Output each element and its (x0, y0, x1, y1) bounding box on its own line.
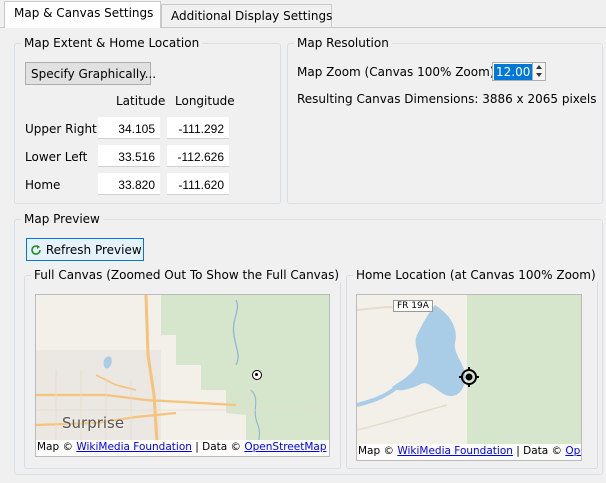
spin-up-icon[interactable] (536, 65, 542, 69)
attr-suffix: contr (326, 441, 329, 453)
full-canvas-title: Full Canvas (Zoomed Out To Show the Full… (31, 268, 343, 282)
attr-mid: | Data © (512, 445, 566, 457)
map-place-label: Surprise (62, 414, 125, 432)
home-longitude-field[interactable] (167, 173, 229, 195)
upper-right-label: Upper Right (25, 122, 97, 136)
lower-left-longitude-field[interactable] (167, 145, 229, 167)
openstreetmap-link[interactable]: OpenStreetMap (244, 441, 326, 453)
openstreetmap-link[interactable]: OpenSt (565, 445, 581, 457)
attr-prefix: Map © (37, 441, 77, 453)
wikimedia-link[interactable]: WikiMedia Foundation (76, 441, 192, 453)
home-location-title: Home Location (at Canvas 100% Zoom) (353, 268, 599, 282)
resolution-group-title: Map Resolution (294, 36, 392, 50)
preview-group-title: Map Preview (21, 212, 103, 226)
home-label: Home (25, 178, 61, 192)
road-label: FR 19A (393, 300, 433, 312)
specify-graphically-button[interactable]: Specify Graphically... (25, 62, 156, 85)
home-marker-icon (252, 370, 262, 380)
attr-mid: | Data © (191, 441, 245, 453)
tab-map-canvas-settings[interactable]: Map & Canvas Settings (4, 1, 161, 28)
attr-prefix: Map © (358, 445, 398, 457)
map-zoom-spinbox[interactable]: 12.00 (492, 62, 546, 81)
full-map-attribution: Map © WikiMedia Foundation | Data © Open… (36, 440, 329, 456)
refresh-preview-label: Refresh Preview (45, 242, 142, 257)
upper-right-latitude-field[interactable] (98, 117, 160, 139)
wikimedia-link[interactable]: WikiMedia Foundation (397, 445, 513, 457)
map-zoom-label: Map Zoom (Canvas 100% Zoom) (297, 65, 495, 79)
full-canvas-map-graphic (36, 295, 329, 456)
longitude-header: Longitude (175, 94, 235, 108)
canvas-dimensions-label: Resulting Canvas Dimensions: 3886 x 2065… (297, 92, 597, 106)
tab-label: Map & Canvas Settings (14, 6, 154, 20)
lower-left-label: Lower Left (25, 150, 88, 164)
extent-group-title: Map Extent & Home Location (21, 36, 203, 50)
full-canvas-map[interactable]: Surprise Map © WikiMedia Foundation | Da… (35, 294, 330, 457)
home-crosshair-icon (459, 367, 479, 387)
latitude-header: Latitude (116, 94, 166, 108)
spin-down-icon[interactable] (536, 73, 542, 77)
home-location-map[interactable]: FR 19A Map © WikiMedia Foundation | Data… (356, 294, 582, 461)
tab-label: Additional Display Settings (171, 9, 333, 23)
home-map-attribution: Map © WikiMedia Foundation | Data © Open… (357, 444, 581, 460)
home-latitude-field[interactable] (98, 173, 160, 195)
upper-right-longitude-field[interactable] (167, 117, 229, 139)
lower-left-latitude-field[interactable] (98, 145, 160, 167)
refresh-preview-button[interactable]: Refresh Preview (26, 238, 144, 261)
spin-buttons[interactable] (532, 63, 545, 80)
refresh-icon (31, 244, 41, 255)
tab-additional-display-settings[interactable]: Additional Display Settings (161, 4, 332, 27)
map-zoom-value[interactable]: 12.00 (494, 64, 533, 80)
